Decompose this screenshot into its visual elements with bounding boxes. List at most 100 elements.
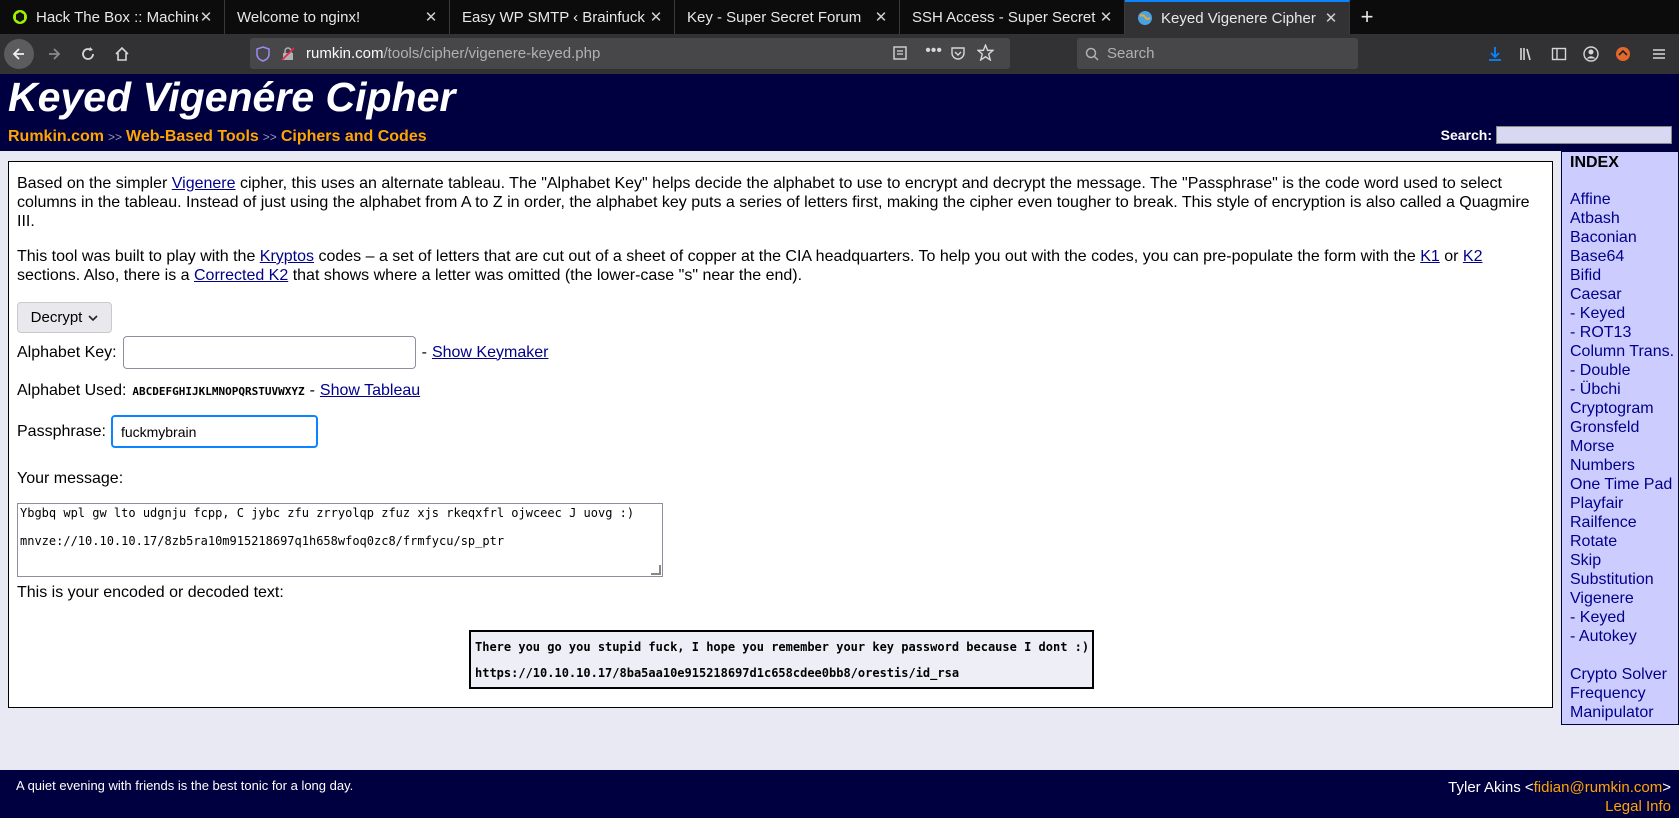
sidebar-item-rot13[interactable]: - ROT13 xyxy=(1570,323,1670,342)
output-line: https://10.10.10.17/8ba5aa10e915218697d1… xyxy=(475,666,960,680)
sidebar-item-baconian[interactable]: Baconian xyxy=(1570,228,1670,247)
sidebar-item-caesar[interactable]: Caesar xyxy=(1570,285,1670,304)
url-path: /tools/cipher/vigenere-keyed.php xyxy=(383,45,601,62)
sidebar-item-substitution[interactable]: Substitution xyxy=(1570,570,1670,589)
link-vigenere[interactable]: Vigenere xyxy=(172,175,236,192)
main-content: Based on the simpler Vigenere cipher, th… xyxy=(8,161,1553,708)
show-keymaker-link[interactable]: Show Keymaker xyxy=(432,344,549,362)
insecure-lock-icon[interactable] xyxy=(276,46,300,61)
close-icon[interactable]: ✕ xyxy=(1098,8,1114,26)
tab-title: Key - Super Secret Forum xyxy=(687,8,862,26)
sidebar-item-manipulator[interactable]: Manipulator xyxy=(1570,703,1670,722)
passphrase-input[interactable]: fuckmybrain xyxy=(110,415,318,448)
home-button[interactable] xyxy=(108,40,136,68)
hamburger-menu-icon[interactable] xyxy=(1639,46,1679,62)
forward-button[interactable] xyxy=(40,40,68,68)
sidebar-item-skip[interactable]: Skip xyxy=(1570,551,1670,570)
navigation-bar: rumkin.com/tools/cipher/vigenere-keyed.p… xyxy=(0,34,1679,74)
reader-view-icon[interactable] xyxy=(892,45,908,65)
close-icon[interactable]: ✕ xyxy=(1323,9,1339,27)
sidebar-item-playfair[interactable]: Playfair xyxy=(1570,494,1670,513)
intro-paragraph: Based on the simpler Vigenere cipher, th… xyxy=(17,174,1544,231)
close-icon[interactable]: ✕ xyxy=(873,8,889,26)
alphabet-used-value: ABCDEFGHIJKLMNOPQRSTUVWXYZ xyxy=(132,384,305,398)
sidebar-item-double[interactable]: - Double xyxy=(1570,361,1670,380)
tab-title: SSH Access - Super Secret F xyxy=(912,8,1098,26)
browser-search-input[interactable]: Search xyxy=(1077,38,1358,69)
text: codes – a set of letters that are cut ou… xyxy=(314,248,1421,265)
more-actions-icon[interactable]: ••• xyxy=(925,42,942,60)
tab-keyed-vigenere[interactable]: Keyed Vigenere Cipher ✕ xyxy=(1125,0,1350,34)
tab-key-forum[interactable]: Key - Super Secret Forum ✕ xyxy=(675,0,900,34)
pocket-icon[interactable] xyxy=(950,45,966,65)
sidebar-item-frequency[interactable]: Frequency xyxy=(1570,684,1670,703)
show-tableau-link[interactable]: Show Tableau xyxy=(320,382,420,400)
tab-hack-the-box[interactable]: Hack The Box :: Machines ✕ xyxy=(0,0,225,34)
site-search-label: Search: xyxy=(1440,127,1492,143)
breadcrumb-link-web-tools[interactable]: Web-Based Tools xyxy=(126,128,259,145)
sidebar-item-vigenere-keyed[interactable]: - Keyed xyxy=(1570,608,1670,627)
sidebar-item-column-trans[interactable]: Column Trans. xyxy=(1570,342,1674,361)
bookmark-star-icon[interactable] xyxy=(976,43,995,65)
message-textarea[interactable]: Ybgbq wpl gw lto udgnju fcpp, C jybc zfu… xyxy=(17,503,663,577)
sidebar-item-cryptogram[interactable]: Cryptogram xyxy=(1570,399,1670,418)
sidebar-item-morse[interactable]: Morse xyxy=(1570,437,1670,456)
tab-bar: Hack The Box :: Machines ✕ Welcome to ng… xyxy=(0,0,1679,34)
resize-handle-icon[interactable] xyxy=(651,565,661,575)
sidebar-item-ubchi[interactable]: - Übchi xyxy=(1570,380,1670,399)
sidebar-item-railfence[interactable]: Railfence xyxy=(1570,513,1670,532)
breadcrumb-link-ciphers[interactable]: Ciphers and Codes xyxy=(281,128,427,145)
breadcrumb-separator: >> xyxy=(262,130,277,144)
tab-easy-wp-smtp[interactable]: Easy WP SMTP ‹ Brainfuck L ✕ xyxy=(450,0,675,34)
mode-select[interactable]: Decrypt xyxy=(17,302,112,333)
close-icon[interactable]: ✕ xyxy=(648,8,664,26)
close-icon[interactable]: ✕ xyxy=(198,8,214,26)
legal-info-link[interactable]: Legal Info xyxy=(1448,797,1671,816)
library-icon[interactable] xyxy=(1511,46,1543,62)
link-k1[interactable]: K1 xyxy=(1420,248,1440,265)
reload-button[interactable] xyxy=(74,40,102,68)
alphabet-key-input[interactable] xyxy=(122,336,416,369)
sidebar-item-crypto-solver[interactable]: Crypto Solver xyxy=(1570,665,1670,684)
sidebar-item-gronsfeld[interactable]: Gronsfeld xyxy=(1570,418,1670,437)
sidebar-item-autokey[interactable]: - Autokey xyxy=(1570,627,1670,646)
back-button[interactable] xyxy=(4,39,34,69)
text: This tool was built to play with the xyxy=(17,248,260,265)
dash-separator: - xyxy=(421,343,427,361)
new-tab-button[interactable]: + xyxy=(1350,0,1384,34)
extension-icon[interactable] xyxy=(1607,46,1639,62)
breadcrumb-separator: >> xyxy=(108,130,123,144)
sidebar-item-bifid[interactable]: Bifid xyxy=(1570,266,1670,285)
sidebar-item-affine[interactable]: Affine xyxy=(1570,190,1670,209)
message-label-row: Your message: xyxy=(17,470,123,488)
sidebar-toggle-icon[interactable] xyxy=(1543,46,1575,62)
tab-title: Hack The Box :: Machines xyxy=(36,8,198,26)
link-corrected-k2[interactable]: Corrected K2 xyxy=(194,267,288,284)
account-icon[interactable] xyxy=(1575,46,1607,62)
site-search-input[interactable] xyxy=(1496,126,1672,144)
link-k2[interactable]: K2 xyxy=(1463,248,1483,265)
url-bar[interactable]: rumkin.com/tools/cipher/vigenere-keyed.p… xyxy=(250,38,1010,69)
sidebar-item-atbash[interactable]: Atbash xyxy=(1570,209,1670,228)
sidebar-item-caesar-keyed[interactable]: - Keyed xyxy=(1570,304,1670,323)
link-kryptos[interactable]: Kryptos xyxy=(260,248,314,265)
sidebar-item-numbers[interactable]: Numbers xyxy=(1570,456,1670,475)
sidebar-item-one-time-pad[interactable]: One Time Pad xyxy=(1570,475,1672,494)
author-end: > xyxy=(1662,779,1671,796)
toolbar-icons xyxy=(1479,34,1679,74)
sidebar-item-vigenere[interactable]: Vigenere xyxy=(1570,589,1670,608)
search-placeholder: Search xyxy=(1107,45,1155,62)
sidebar-item-base64[interactable]: Base64 xyxy=(1570,247,1670,266)
page-title: Keyed Vigenére Cipher xyxy=(8,74,456,120)
arrow-right-icon xyxy=(49,48,61,60)
tab-ssh-access[interactable]: SSH Access - Super Secret F ✕ xyxy=(900,0,1125,34)
author-email-link[interactable]: fidian@rumkin.com xyxy=(1534,779,1663,796)
close-icon[interactable]: ✕ xyxy=(423,8,439,26)
sidebar-item-rotate[interactable]: Rotate xyxy=(1570,532,1670,551)
shield-icon[interactable] xyxy=(250,45,276,62)
download-icon[interactable] xyxy=(1479,46,1511,62)
tab-nginx[interactable]: Welcome to nginx! ✕ xyxy=(225,0,450,34)
tab-title: Welcome to nginx! xyxy=(237,8,361,26)
breadcrumb-link-rumkin[interactable]: Rumkin.com xyxy=(8,128,104,145)
output-label: This is your encoded or decoded text: xyxy=(17,584,284,601)
